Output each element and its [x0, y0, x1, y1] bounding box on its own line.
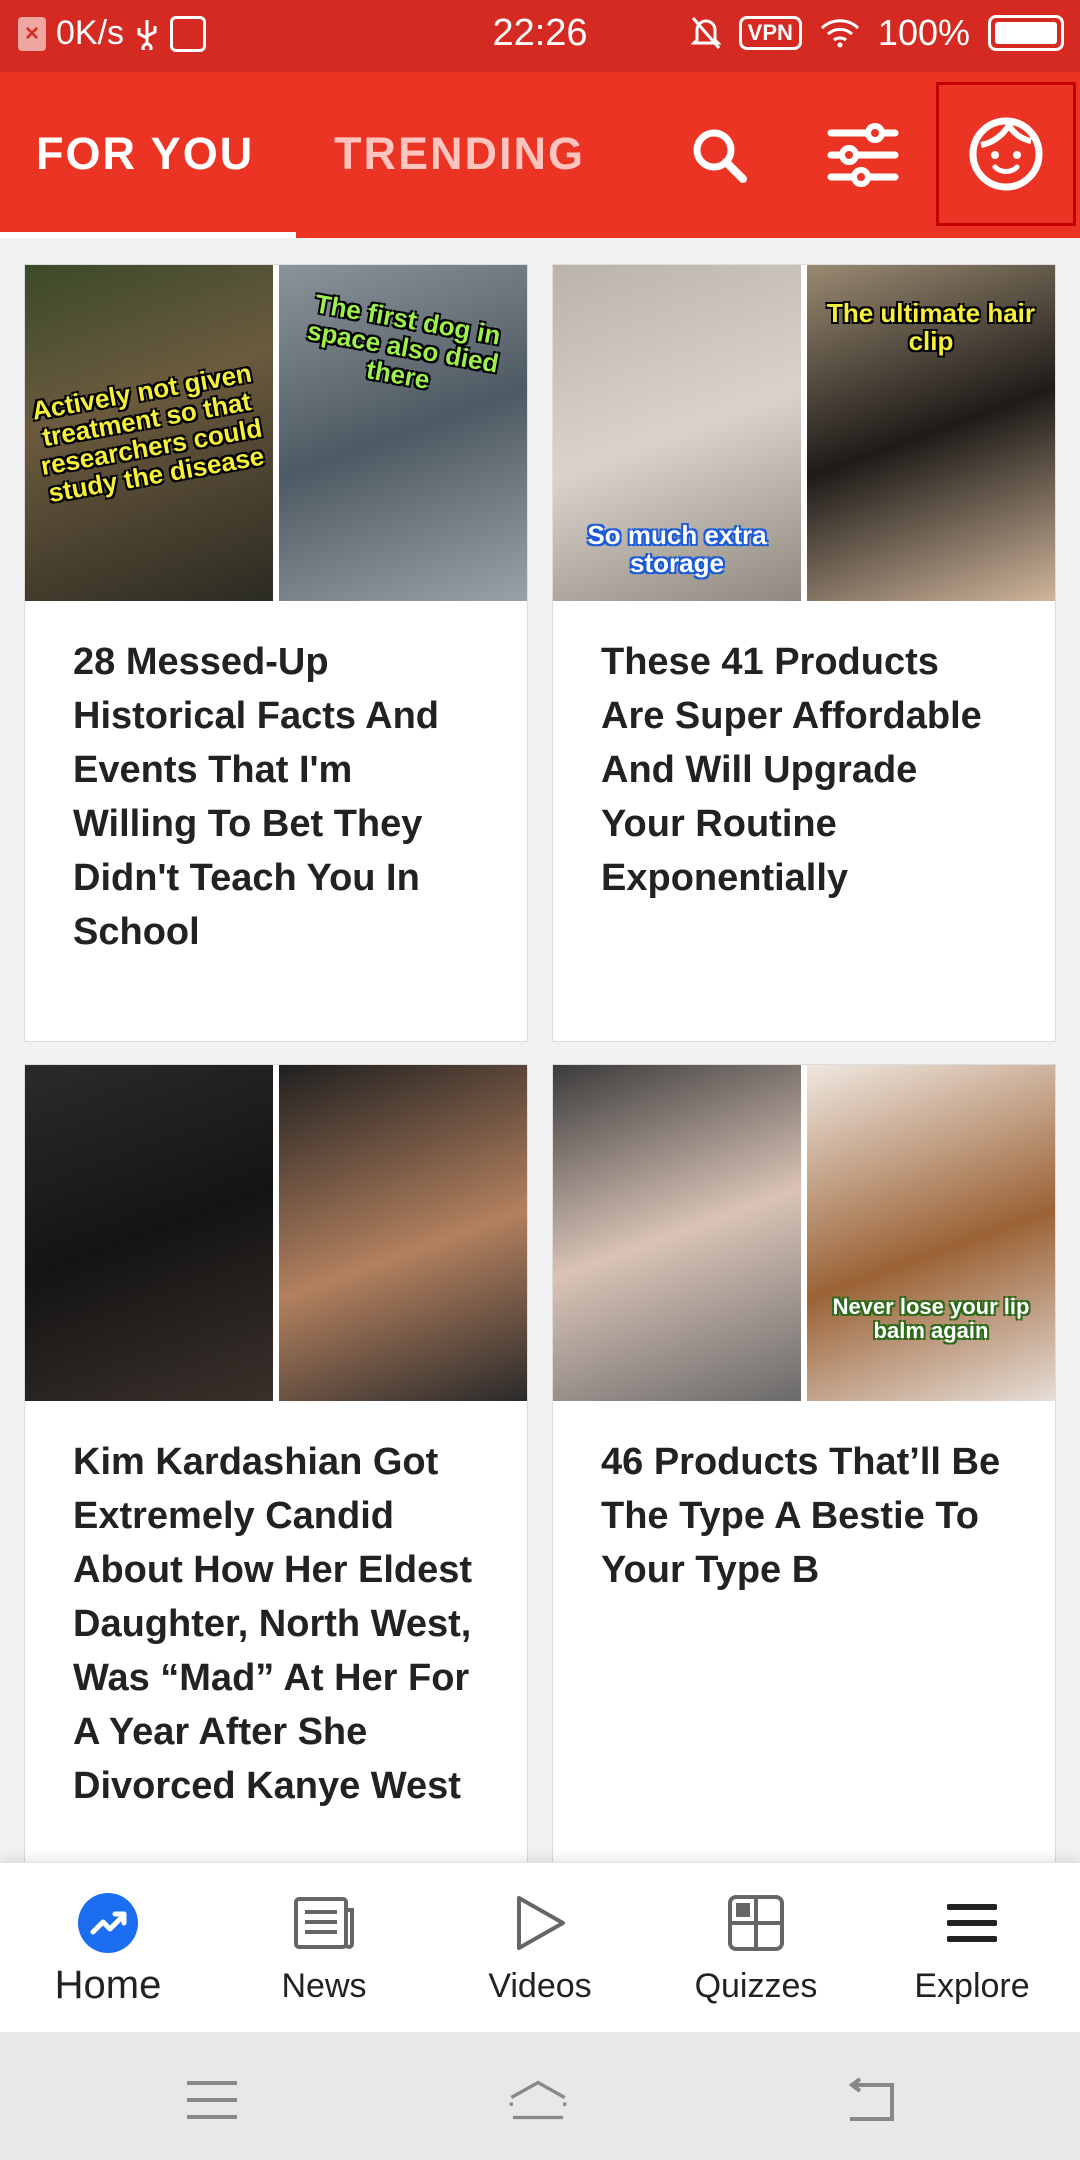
nav-videos[interactable]: Videos: [432, 1863, 648, 2033]
back-button[interactable]: [840, 2070, 900, 2130]
article-card[interactable]: Kim Kardashian Got Extremely Candid Abou…: [24, 1064, 528, 1862]
system-navigation-bar: [0, 2032, 1080, 2160]
news-icon: [294, 1897, 354, 1949]
battery-percent: 100%: [877, 12, 970, 53]
nav-label: Home: [54, 1963, 162, 2007]
article-card[interactable]: Never lose your lip balm again 46 Produc…: [552, 1064, 1056, 1862]
article-title[interactable]: 46 Products That’ll Be The Type A Bestie…: [553, 1401, 1055, 1637]
nav-quizzes[interactable]: Quizzes: [648, 1863, 864, 2033]
card-images: [25, 1065, 527, 1401]
silent-bell-icon: [690, 17, 721, 49]
trending-up-icon: [78, 1893, 138, 1953]
profile-button[interactable]: [936, 82, 1076, 226]
search-button[interactable]: [676, 112, 762, 198]
article-image: [25, 1065, 273, 1401]
grid-icon: [728, 1895, 784, 1951]
play-icon: [517, 1896, 565, 1950]
status-bar: × 0K/s 22:26 VPN 100%: [0, 0, 1080, 72]
home-icon: [509, 2080, 567, 2120]
tab-for-you[interactable]: FOR YOU: [36, 128, 254, 180]
nav-label: Quizzes: [694, 1967, 818, 2005]
card-images: Actively not given treatment so that res…: [25, 265, 527, 601]
image-caption: The first dog in space also died there: [305, 288, 503, 395]
battery-icon: [988, 15, 1064, 51]
article-image: The ultimate hair clip: [807, 265, 1055, 601]
back-icon: [848, 2077, 894, 2121]
article-image: [279, 1065, 527, 1401]
nav-explore[interactable]: Explore: [864, 1863, 1080, 2033]
article-image: The first dog in space also died there: [279, 265, 527, 601]
article-image: Actively not given treatment so that res…: [25, 265, 273, 601]
article-image: So much extra storage: [553, 265, 801, 601]
image-caption: So much extra storage: [587, 520, 767, 578]
image-caption: Actively not given treatment so that res…: [29, 357, 267, 509]
article-card[interactable]: Actively not given treatment so that res…: [24, 264, 528, 1042]
search-icon: [693, 129, 747, 183]
menu-icon: [947, 1904, 997, 1942]
bottom-navigation: Home News Videos Quizzes Explore: [0, 1862, 1080, 2033]
top-app-bar: FOR YOU TRENDING: [0, 72, 1080, 238]
article-image: Never lose your lip balm again: [807, 1065, 1055, 1401]
image-caption: Never lose your lip balm again: [832, 1294, 1030, 1343]
profile-icon: [969, 117, 1043, 191]
article-feed[interactable]: Actively not given treatment so that res…: [0, 238, 1080, 1862]
article-title[interactable]: These 41 Products Are Super Affordable A…: [553, 601, 1055, 945]
article-image: [553, 1065, 801, 1401]
card-images: Never lose your lip balm again: [553, 1065, 1055, 1401]
home-button[interactable]: [508, 2070, 568, 2130]
article-title[interactable]: 28 Messed-Up Historical Facts And Events…: [25, 601, 527, 999]
nav-label: Videos: [488, 1967, 592, 2005]
nav-home[interactable]: Home: [0, 1863, 216, 2033]
image-caption: The ultimate hair clip: [826, 298, 1036, 356]
recent-apps-button[interactable]: [182, 2070, 242, 2130]
filter-button[interactable]: [820, 112, 906, 198]
tab-trending[interactable]: TRENDING: [334, 128, 585, 180]
nav-news[interactable]: News: [216, 1863, 432, 2033]
wifi-icon: [820, 19, 859, 48]
article-title[interactable]: Kim Kardashian Got Extremely Candid Abou…: [25, 1401, 527, 1853]
article-card[interactable]: So much extra storage The ultimate hair …: [552, 264, 1056, 1042]
nav-label: Explore: [914, 1967, 1030, 2005]
recents-icon: [187, 2081, 237, 2119]
vpn-badge: VPN: [738, 16, 802, 50]
card-images: So much extra storage The ultimate hair …: [553, 265, 1055, 601]
filter-icon: [827, 123, 899, 187]
nav-label: News: [281, 1967, 367, 2005]
